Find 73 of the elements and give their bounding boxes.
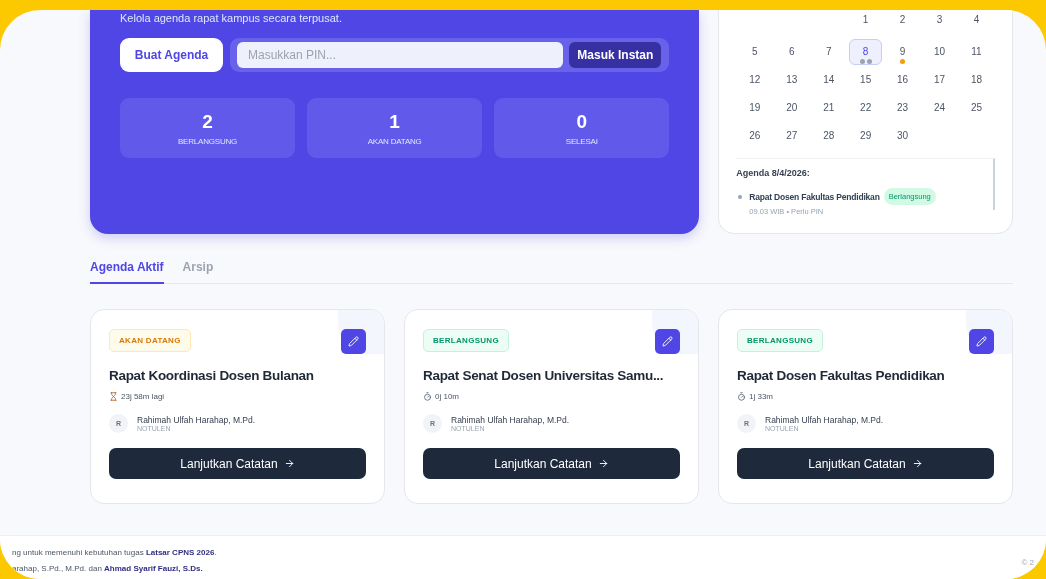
- calendar-day[interactable]: 4: [960, 10, 993, 32]
- bullet-icon: [738, 194, 743, 199]
- person-name: Rahimah Ulfah Harahap, M.Pd.: [765, 415, 884, 425]
- pin-input-field[interactable]: Masukkan PIN...: [237, 42, 564, 68]
- tab[interactable]: Agenda Aktif: [90, 260, 164, 284]
- calendar-day[interactable]: 3: [923, 10, 957, 32]
- copyright-text: © 2: [1021, 558, 1034, 569]
- calendar-day[interactable]: 5: [738, 39, 772, 65]
- calendar-day[interactable]: 6: [775, 39, 809, 65]
- arrow-right-icon: [911, 458, 923, 469]
- calendar-day[interactable]: 26: [738, 123, 772, 149]
- timer-icon: [737, 392, 746, 401]
- continue-notes-button[interactable]: Lanjutkan Catatan: [737, 448, 994, 479]
- calendar-day[interactable]: 2: [886, 10, 920, 32]
- arrow-right-icon: [597, 458, 609, 469]
- calendar-day[interactable]: 7: [812, 39, 846, 65]
- calendar-day[interactable]: 30: [886, 123, 920, 149]
- pencil-icon: [662, 336, 673, 347]
- agenda-item-title[interactable]: Rapat Dosen Fakultas Pendidikan: [749, 191, 880, 202]
- arrow-right-icon: [283, 458, 295, 469]
- edit-button[interactable]: [655, 329, 680, 354]
- stat-value: 1: [389, 110, 400, 133]
- calendar-day[interactable]: 23: [886, 95, 920, 121]
- calendar-day[interactable]: 22: [849, 95, 883, 121]
- calendar-day[interactable]: 28: [812, 123, 846, 149]
- time-text: 0j 10m: [435, 392, 459, 401]
- calendar-day[interactable]: 13: [775, 67, 809, 93]
- status-badge: BERLANGSUNG: [423, 329, 509, 352]
- calendar-day[interactable]: 24: [923, 95, 957, 121]
- calendar-day[interactable]: 25: [960, 95, 993, 121]
- hero-subtitle: Kelola agenda rapat kampus secara terpusat.: [120, 11, 343, 25]
- calendar-day[interactable]: 18: [960, 67, 993, 93]
- status-badge: AKAN DATANG: [109, 329, 191, 352]
- calendar-day[interactable]: 29: [849, 123, 883, 149]
- continue-notes-button[interactable]: Lanjutkan Catatan: [109, 448, 366, 479]
- calendar-day[interactable]: 11: [960, 39, 993, 65]
- join-button[interactable]: Masuk Instan: [569, 42, 662, 68]
- hourglass-icon: [109, 392, 118, 401]
- time-text: 23j 58m lagi: [121, 392, 165, 401]
- stat-value: 0: [576, 110, 588, 133]
- calendar-day[interactable]: 19: [738, 95, 772, 121]
- calendar-day[interactable]: 9: [886, 39, 920, 65]
- edit-button[interactable]: [969, 329, 994, 354]
- person-name: Rahimah Ulfah Harahap, M.Pd.: [451, 415, 570, 425]
- calendar-day[interactable]: 17: [923, 67, 957, 93]
- footer-text: ng untuk memenuhi kebutuhan tugas Latsar CPNS 2026.: [12, 548, 217, 557]
- continue-notes-button[interactable]: Lanjutkan Catatan: [423, 448, 680, 479]
- agenda-date-heading: Agenda 8/4/2026:: [736, 168, 811, 178]
- stat-label: AKAN DATANG: [367, 136, 422, 146]
- calendar-day[interactable]: 12: [738, 67, 772, 93]
- calendar-day[interactable]: 27: [775, 123, 809, 149]
- time-text: 1j 33m: [749, 392, 773, 401]
- stat-label: BERLANGSUNG: [177, 136, 238, 146]
- calendar-day[interactable]: 15: [849, 67, 883, 93]
- edit-button[interactable]: [341, 329, 366, 354]
- agenda-title: Rapat Dosen Fakultas Pendidikan: [737, 368, 946, 383]
- status-badge: BERLANGSUNG: [737, 329, 823, 352]
- pencil-icon: [348, 336, 359, 347]
- timer-icon: [423, 392, 432, 401]
- create-agenda-button[interactable]: Buat Agenda: [120, 38, 223, 72]
- agenda-title: Rapat Koordinasi Dosen Bulanan: [109, 368, 315, 383]
- stat-value: 2: [202, 110, 213, 133]
- calendar-day[interactable]: 21: [812, 95, 846, 121]
- person-name: Rahimah Ulfah Harahap, M.Pd.: [137, 415, 256, 425]
- calendar-day[interactable]: 10: [923, 39, 957, 65]
- stat-label: SELESAI: [565, 136, 598, 146]
- calendar-day[interactable]: 8: [849, 39, 883, 65]
- pencil-icon: [976, 336, 987, 347]
- calendar-day[interactable]: 14: [812, 67, 846, 93]
- agenda-title: Rapat Senat Dosen Universitas Samu...: [423, 368, 665, 383]
- calendar-day[interactable]: 16: [886, 67, 920, 93]
- calendar-day[interactable]: 20: [775, 95, 809, 121]
- calendar-day[interactable]: 1: [849, 10, 883, 32]
